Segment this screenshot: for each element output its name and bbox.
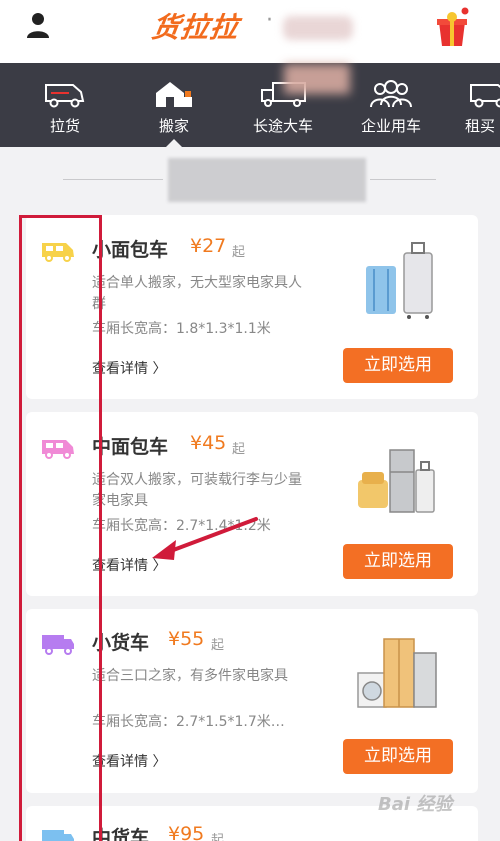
separator-dot: · xyxy=(266,8,273,33)
price-suffix: 起 xyxy=(232,245,246,260)
view-details-link[interactable]: 查看详情 〉 xyxy=(92,751,166,771)
vehicle-card-small-van[interactable]: 小面包车 ¥27 起 适合单人搬家，无大型家电家具人群 车厢长宽高：1.8*1.… xyxy=(26,215,478,399)
nav-label: 企业用车 xyxy=(360,117,421,135)
brand-logo: 货拉拉 xyxy=(149,11,242,44)
divider-left xyxy=(63,179,163,180)
select-now-button[interactable]: 立即选用 xyxy=(343,348,453,383)
gift-icon[interactable] xyxy=(431,6,473,48)
price-suffix: 起 xyxy=(211,833,225,841)
top-bar: 货拉拉 · xyxy=(0,0,500,63)
vehicle-name: 中货车 xyxy=(92,827,150,841)
blurred-city-selector[interactable] xyxy=(283,16,353,40)
nav-label: 长途大车 xyxy=(252,117,313,135)
vehicle-description: 适合双人搬家，可装载行李与少量家电家具 xyxy=(92,472,302,509)
nav-label: 租买 xyxy=(465,117,496,135)
user-icon[interactable] xyxy=(26,12,50,38)
view-details-link[interactable]: 查看详情 〉 xyxy=(92,358,166,378)
blurred-section-title xyxy=(168,158,366,202)
nav-item-rent-buy[interactable]: 租买 xyxy=(440,63,500,147)
vehicle-description: 适合单人搬家，无大型家电家具人群 xyxy=(92,275,302,312)
vehicle-price: ¥95 xyxy=(168,823,205,841)
vehicle-name: 小货车 xyxy=(92,632,150,654)
nav-item-banjia[interactable]: 搬家 xyxy=(124,63,224,147)
luggage-illustration xyxy=(366,242,433,319)
nav-label: 搬家 xyxy=(158,117,189,135)
nav-item-lahuo[interactable]: 拉货 xyxy=(15,63,115,147)
vehicle-dimensions: 车厢长宽高：2.7*1.5*1.7米… xyxy=(92,714,285,730)
furniture-illustration xyxy=(358,449,435,513)
vehicle-card-small-truck[interactable]: 小货车 ¥55 起 适合三口之家，有多件家电家具 车厢长宽高：2.7*1.5*1… xyxy=(26,609,478,793)
vehicle-card-medium-van[interactable]: 中面包车 ¥45 起 适合双人搬家，可装载行李与少量家电家具 车厢长宽高：2.7… xyxy=(26,412,478,596)
van-icon xyxy=(470,84,500,108)
vehicle-name: 小面包车 xyxy=(92,239,169,261)
appliance-illustration xyxy=(357,638,437,708)
price-suffix: 起 xyxy=(232,442,246,457)
medium-truck-icon xyxy=(42,830,74,841)
nav-item-enterprise[interactable]: 企业用车 xyxy=(341,63,441,147)
nav-label: 拉货 xyxy=(49,117,80,135)
medium-van-icon xyxy=(42,440,74,459)
vehicle-dimensions: 车厢长宽高：1.8*1.3*1.1米 xyxy=(92,321,271,337)
category-nav: 拉货 搬家 长途大车 企业用车 租买 xyxy=(0,63,500,147)
blurred-region xyxy=(284,64,350,94)
vehicle-dimensions: 车厢长宽高：2.7*1.4*1.2米 xyxy=(92,518,271,534)
view-details-link[interactable]: 查看详情 〉 xyxy=(92,555,166,575)
vehicle-price: ¥45 xyxy=(190,432,227,454)
house-icon xyxy=(156,82,192,107)
people-icon xyxy=(370,80,412,108)
baidu-watermark: Bai 经验 xyxy=(378,794,453,815)
divider-right xyxy=(370,179,436,180)
active-indicator xyxy=(166,139,182,147)
small-truck-icon xyxy=(42,635,74,655)
price-suffix: 起 xyxy=(211,638,225,653)
vehicle-price: ¥27 xyxy=(190,235,227,257)
vehicle-price: ¥55 xyxy=(168,628,205,650)
van-icon xyxy=(45,84,85,108)
vehicle-description: 适合三口之家，有多件家电家具 xyxy=(92,668,288,684)
vehicle-name: 中面包车 xyxy=(92,436,169,458)
select-now-button[interactable]: 立即选用 xyxy=(343,544,453,579)
small-van-icon xyxy=(42,243,74,262)
select-now-button[interactable]: 立即选用 xyxy=(343,739,453,774)
